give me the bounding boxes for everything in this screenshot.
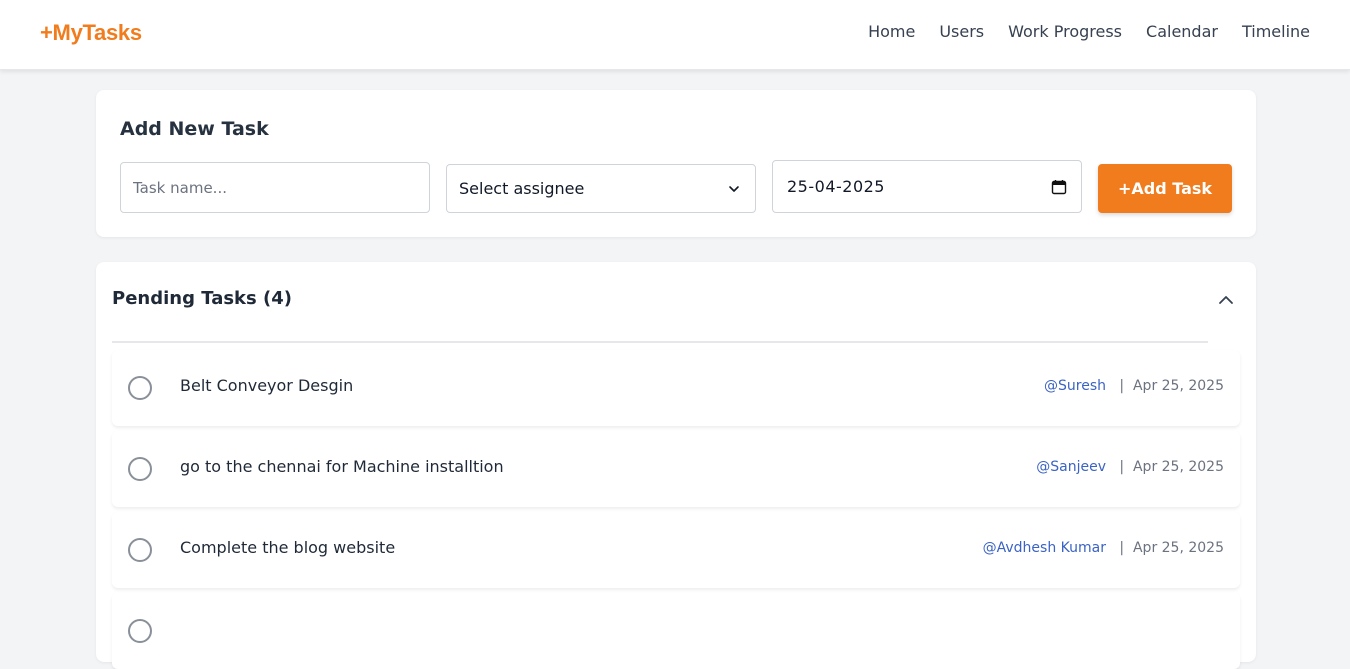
task-name-input[interactable] bbox=[120, 162, 430, 213]
nav-timeline[interactable]: Timeline bbox=[1242, 22, 1310, 41]
task-meta: @Avdhesh Kumar | Apr 25, 2025 bbox=[983, 540, 1224, 556]
meta-separator: | bbox=[1119, 459, 1125, 475]
add-task-title: Add New Task bbox=[120, 118, 269, 140]
task-complete-checkbox[interactable] bbox=[128, 376, 152, 400]
task-row[interactable]: go to the chennai for Machine installtio… bbox=[112, 431, 1240, 507]
divider bbox=[112, 341, 1208, 343]
task-meta: @Suresh | Apr 25, 2025 bbox=[1044, 378, 1224, 394]
task-row[interactable]: Complete the blog website @Avdhesh Kumar… bbox=[112, 512, 1240, 588]
nav-work-progress[interactable]: Work Progress bbox=[1008, 22, 1122, 41]
add-task-card: Add New Task Select assignee 25-04-2025 … bbox=[96, 90, 1256, 237]
task-date: Apr 25, 2025 bbox=[1132, 459, 1224, 475]
nav-home[interactable]: Home bbox=[868, 22, 915, 41]
brand-logo[interactable]: +MyTasks bbox=[40, 20, 142, 46]
task-date: Apr 25, 2025 bbox=[1132, 540, 1224, 556]
chevron-down-icon bbox=[729, 186, 739, 192]
chevron-up-icon[interactable] bbox=[1216, 290, 1236, 310]
main-nav: Home Users Work Progress Calendar Timeli… bbox=[868, 22, 1310, 41]
nav-calendar[interactable]: Calendar bbox=[1146, 22, 1218, 41]
task-date: Apr 25, 2025 bbox=[1132, 378, 1224, 394]
top-nav-bar: +MyTasks Home Users Work Progress Calend… bbox=[0, 0, 1350, 70]
task-row-partial[interactable] bbox=[112, 593, 1240, 669]
assignee-select-value: Select assignee bbox=[459, 179, 585, 198]
pending-tasks-card: Pending Tasks (4) Belt Conveyor Desgin @… bbox=[96, 262, 1256, 669]
task-complete-checkbox[interactable] bbox=[128, 457, 152, 481]
meta-separator: | bbox=[1119, 378, 1125, 394]
due-date-value: 25-04-2025 bbox=[787, 177, 885, 196]
add-task-button[interactable]: +Add Task bbox=[1098, 164, 1232, 213]
task-name: Complete the blog website bbox=[180, 538, 396, 557]
meta-separator: | bbox=[1119, 540, 1125, 556]
task-name: go to the chennai for Machine installtio… bbox=[180, 457, 504, 476]
task-assignee-link[interactable]: @Sanjeev bbox=[1036, 459, 1106, 475]
task-assignee-link[interactable]: @Avdhesh Kumar bbox=[983, 540, 1106, 556]
task-complete-checkbox[interactable] bbox=[128, 538, 152, 562]
due-date-input[interactable]: 25-04-2025 bbox=[772, 160, 1082, 213]
nav-users[interactable]: Users bbox=[939, 22, 984, 41]
task-meta: @Sanjeev | Apr 25, 2025 bbox=[1036, 459, 1224, 475]
task-assignee-link[interactable]: @Suresh bbox=[1044, 378, 1106, 394]
task-complete-checkbox[interactable] bbox=[128, 619, 152, 643]
assignee-select[interactable]: Select assignee bbox=[446, 164, 756, 213]
task-name: Belt Conveyor Desgin bbox=[180, 376, 354, 395]
pending-tasks-title: Pending Tasks (4) bbox=[112, 288, 292, 309]
task-row[interactable]: Belt Conveyor Desgin @Suresh | Apr 25, 2… bbox=[112, 350, 1240, 426]
calendar-icon[interactable] bbox=[1051, 179, 1067, 195]
